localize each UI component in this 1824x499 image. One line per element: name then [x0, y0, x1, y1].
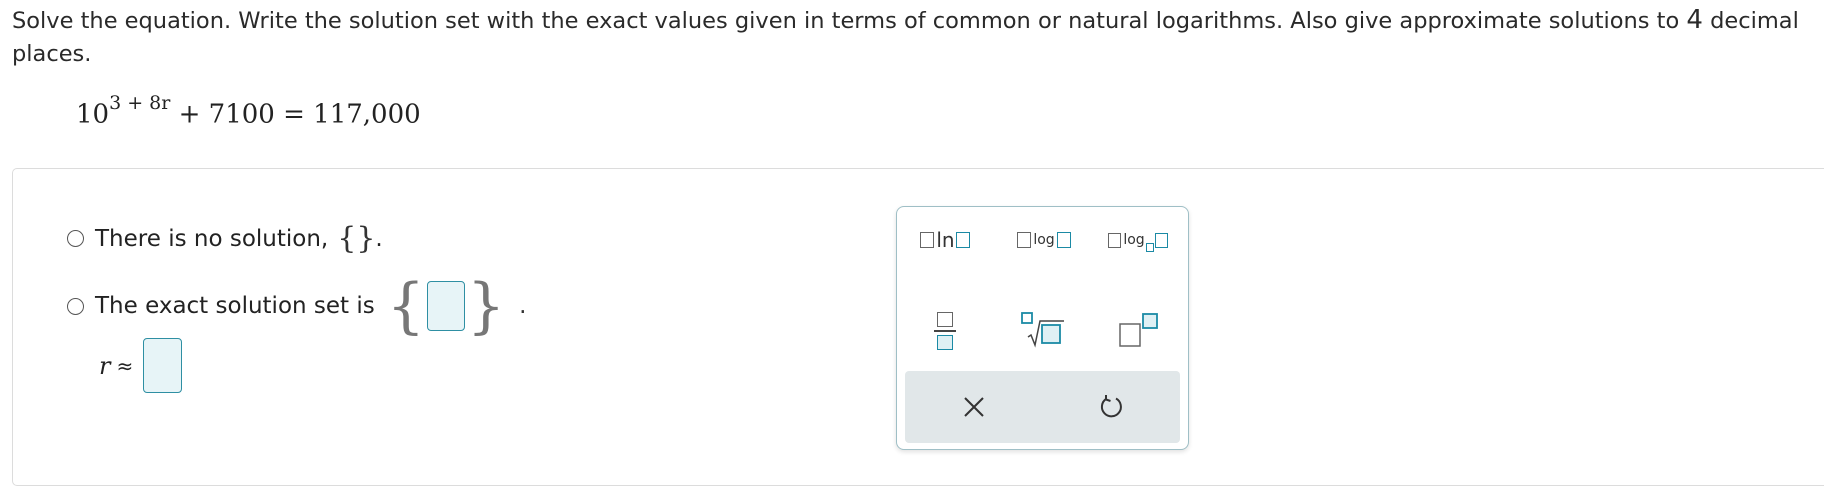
no-solution-label: There is no solution, — [95, 225, 329, 252]
approx-variable: r — [99, 351, 111, 380]
clear-icon — [963, 397, 984, 417]
log-template-button[interactable]: log — [1003, 216, 1085, 264]
math-palette: ln log log — [896, 206, 1189, 450]
left-brace: { — [386, 271, 425, 341]
decimal-places-number: 4 — [1686, 5, 1703, 35]
palette-action-bar — [905, 371, 1180, 443]
log-base-template-button[interactable]: log — [1097, 216, 1179, 264]
question-instructions: Solve the equation. Write the solution s… — [12, 4, 1817, 71]
clear-button[interactable] — [905, 371, 1042, 443]
exact-solution-label: The exact solution set is — [95, 293, 375, 319]
equation-exponent: 3 + 8r — [109, 92, 171, 114]
equation-rest: + 7100 = 117,000 — [170, 99, 421, 130]
exact-solution-input[interactable] — [426, 281, 465, 331]
exact-solution-option[interactable]: The exact solution set is { } . — [67, 271, 527, 341]
equation: 103 + 8r + 7100 = 117,000 — [76, 92, 421, 130]
exponent-template-icon — [1119, 313, 1158, 347]
undo-icon — [1100, 395, 1122, 418]
exact-solution-period: . — [519, 293, 527, 319]
no-solution-radio[interactable] — [67, 230, 84, 247]
no-solution-period: . — [375, 225, 383, 252]
nth-root-template-button[interactable] — [1003, 307, 1085, 355]
ln-template-button[interactable]: ln — [904, 216, 986, 264]
exponent-template-button[interactable] — [1097, 307, 1179, 355]
approx-solution-input[interactable] — [143, 338, 183, 393]
nth-root-template-icon — [1021, 312, 1064, 348]
log-base-template-icon: log — [1108, 232, 1168, 252]
no-solution-option[interactable]: There is no solution, {} . — [67, 221, 383, 256]
solution-set-braces: { } — [386, 271, 506, 341]
approximate-solution-row: r ≈ — [99, 338, 183, 393]
fraction-template-icon — [934, 312, 956, 350]
equation-base: 10 — [76, 99, 110, 130]
right-brace: } — [466, 271, 506, 341]
log-template-icon: log — [1017, 232, 1071, 248]
empty-set-symbol: {} — [337, 221, 376, 256]
exact-solution-radio[interactable] — [67, 297, 84, 315]
undo-button[interactable] — [1042, 371, 1179, 443]
fraction-template-button[interactable] — [904, 307, 986, 355]
ln-template-icon: ln — [920, 228, 970, 252]
instructions-text-1: Solve the equation. Write the solution s… — [12, 8, 1687, 34]
approx-symbol: ≈ — [116, 353, 134, 378]
